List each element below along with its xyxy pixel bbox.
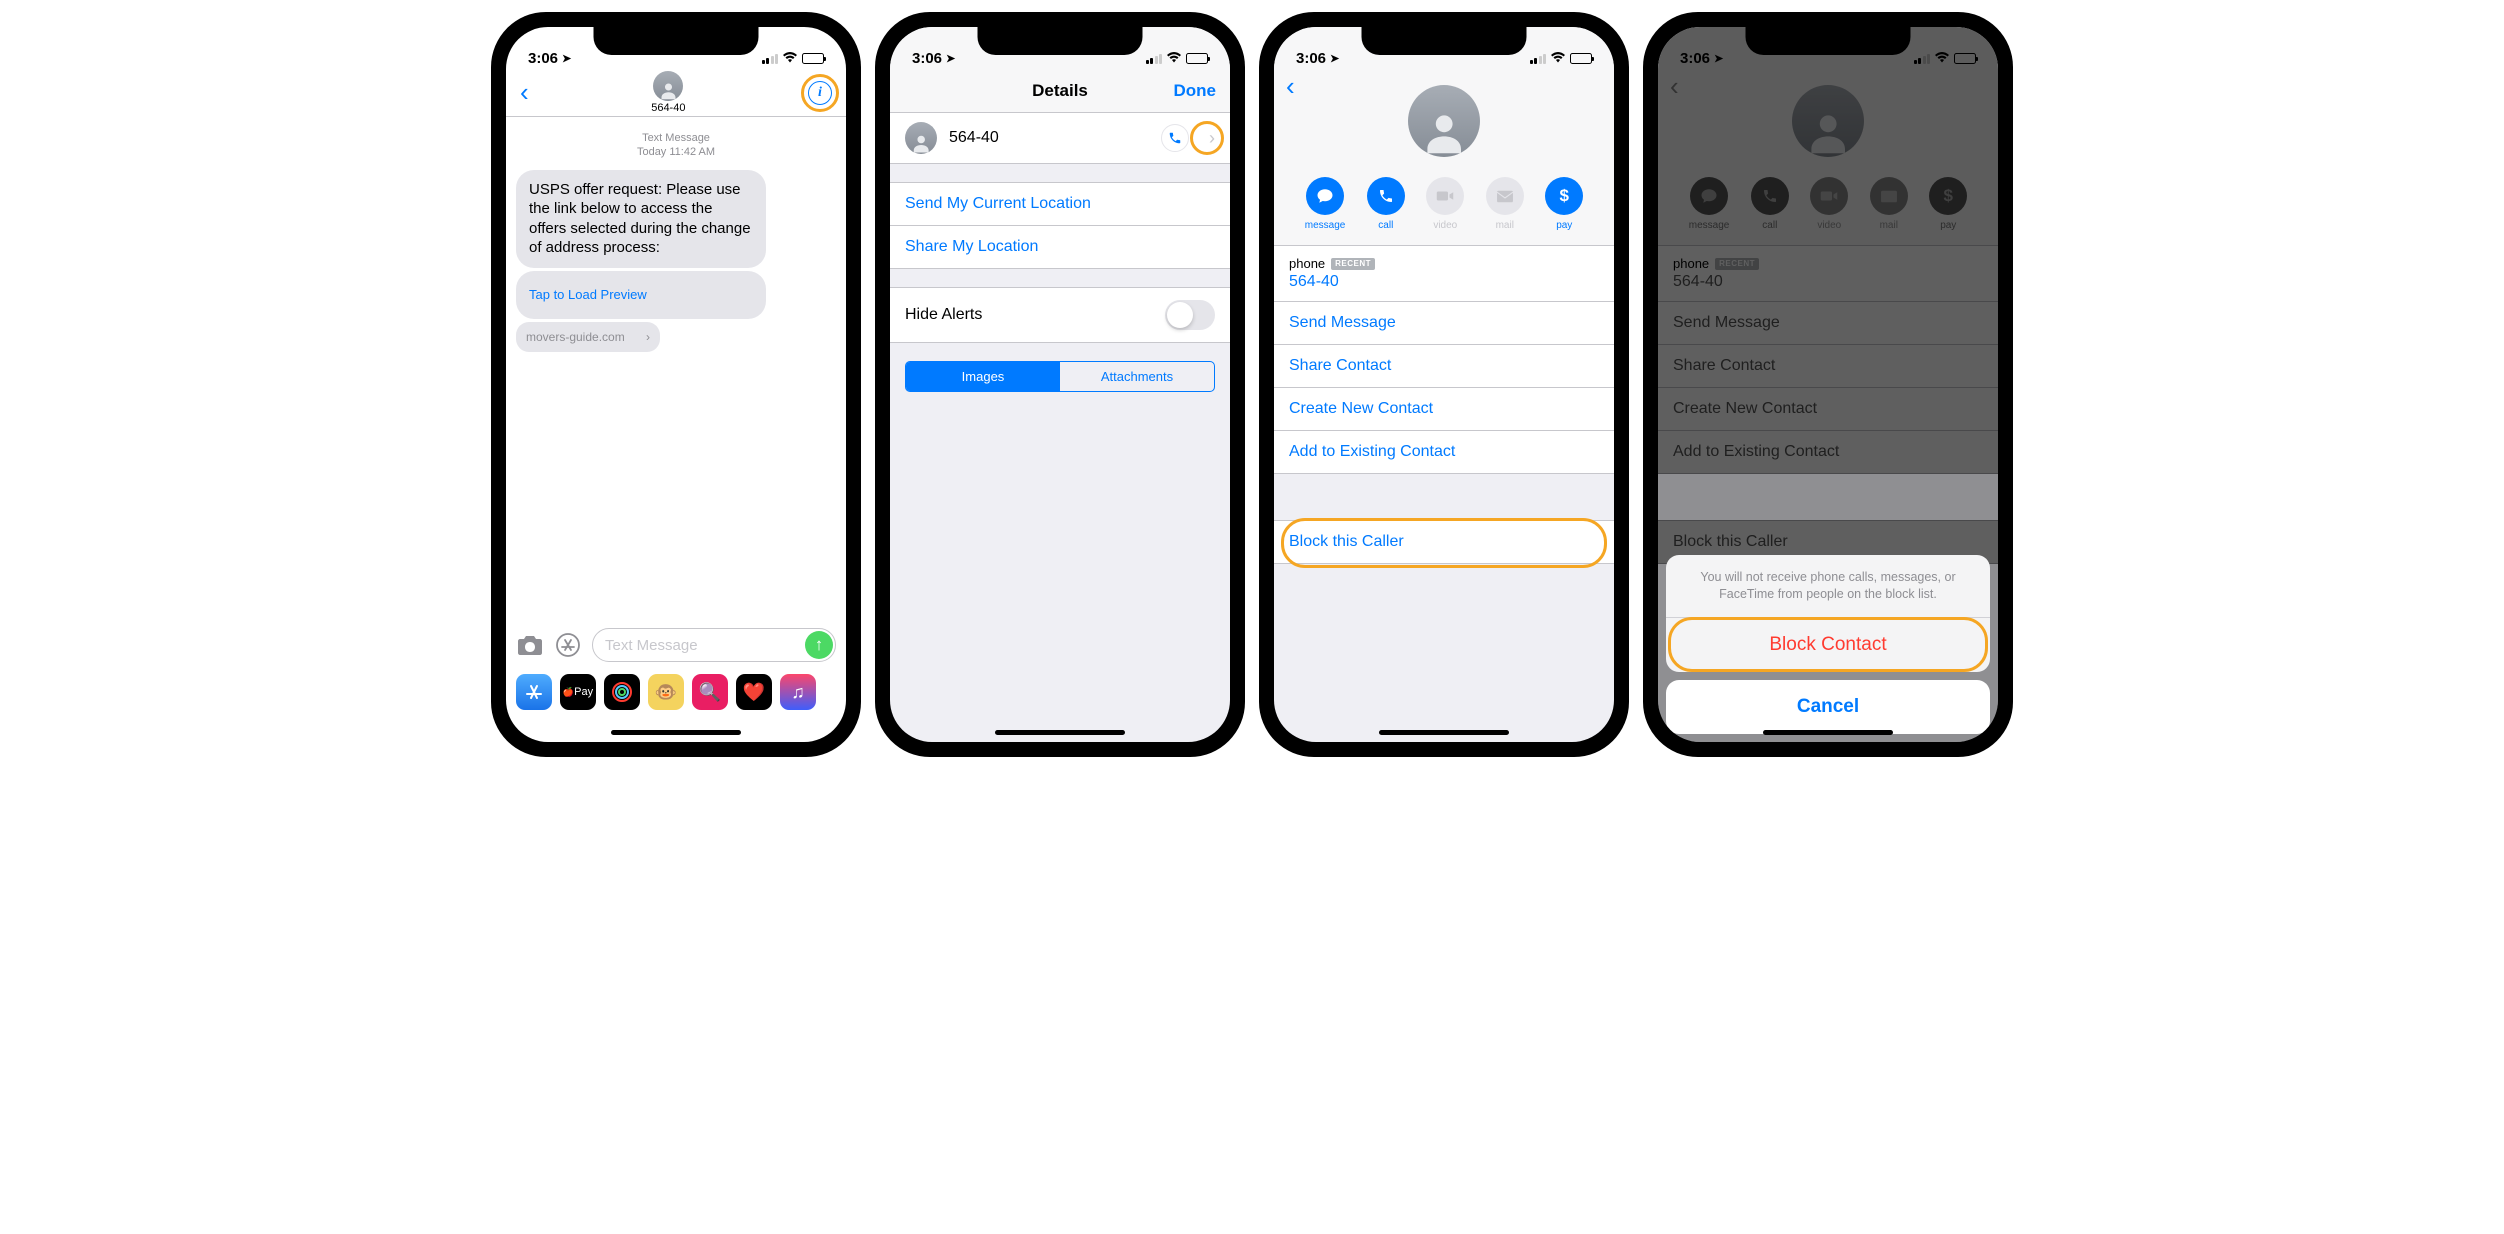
home-indicator[interactable] (1763, 730, 1893, 735)
notch (594, 27, 759, 55)
highlight-ring (1668, 617, 1988, 672)
animoji-icon[interactable]: 🐵 (648, 674, 684, 710)
signal-icon (1530, 54, 1547, 64)
contact-avatar (905, 122, 937, 154)
battery-icon (802, 53, 824, 64)
wifi-icon (1166, 50, 1182, 67)
preview-bubble[interactable]: Tap to Load Preview (516, 271, 766, 320)
phone-mockup-4: 3:06➤ ‹ message call video mail $pay pho… (1643, 12, 2013, 757)
action-label: message (1305, 220, 1346, 231)
nav-bar: ‹ 564-40 i (506, 69, 846, 117)
back-button[interactable]: ‹ (1286, 71, 1295, 102)
status-time: 3:06 (912, 50, 942, 67)
app-icon[interactable] (516, 674, 552, 710)
nav-bar: Details Done (890, 69, 1230, 113)
location-icon: ➤ (1330, 52, 1339, 65)
send-message-cell[interactable]: Send Message (1274, 302, 1614, 345)
back-button[interactable]: ‹ (520, 77, 529, 108)
seg-images[interactable]: Images (906, 362, 1060, 391)
action-label: call (1367, 220, 1405, 231)
message-meta: Text MessageToday 11:42 AM (516, 131, 836, 160)
sheet-message: You will not receive phone calls, messag… (1666, 555, 1990, 618)
cancel-button[interactable]: Cancel (1666, 680, 1990, 734)
chat-area: Text MessageToday 11:42 AM USPS offer re… (506, 117, 846, 366)
share-location-cell[interactable]: Share My Location (890, 226, 1230, 269)
message-bubble[interactable]: USPS offer request: Please use the link … (516, 170, 766, 268)
home-indicator[interactable] (1379, 730, 1509, 735)
highlight-ring (801, 74, 839, 112)
send-location-cell[interactable]: Send My Current Location (890, 182, 1230, 226)
segmented-control[interactable]: Images Attachments (905, 361, 1215, 392)
contact-avatar[interactable] (653, 71, 683, 101)
video-action (1426, 177, 1464, 215)
wifi-icon (782, 50, 798, 67)
phone-mockup-3: 3:06 ➤ ‹ message call video mail $ pay pho… (1259, 12, 1629, 757)
highlight-ring (1281, 518, 1607, 568)
app-icon[interactable]: ❤️ (736, 674, 772, 710)
message-input[interactable]: Text Message↑ (592, 628, 836, 662)
signal-icon (762, 54, 779, 64)
apple-pay-icon[interactable]: 🍎Pay (560, 674, 596, 710)
mail-action (1486, 177, 1524, 215)
notch (1746, 27, 1911, 55)
action-sheet: You will not receive phone calls, messag… (1658, 547, 1998, 742)
contact-row[interactable]: 564-40 › (890, 113, 1230, 164)
contact-name: 564-40 (651, 102, 685, 114)
phone-mockup-1: 3:06 ➤ ‹ 564-40 i Text MessageToday 11:42… (491, 12, 861, 757)
notch (978, 27, 1143, 55)
action-label: video (1426, 220, 1464, 231)
app-dock[interactable]: 🍎Pay 🐵 🔍 ❤️ ♫ (506, 670, 846, 714)
done-button[interactable]: Done (1174, 81, 1217, 101)
wifi-icon (1550, 50, 1566, 67)
link-preview[interactable]: movers-guide.com› (516, 322, 660, 352)
phone-number: 564-40 (1289, 273, 1599, 291)
location-icon: ➤ (562, 52, 571, 65)
seg-attachments[interactable]: Attachments (1060, 362, 1214, 391)
status-time: 3:06 (528, 50, 558, 67)
home-indicator[interactable] (611, 730, 741, 735)
action-label: mail (1486, 220, 1524, 231)
action-label: pay (1545, 220, 1583, 231)
recent-badge: RECENT (1331, 258, 1375, 270)
contact-label: 564-40 (949, 129, 999, 147)
call-button[interactable] (1161, 124, 1189, 152)
contact-avatar-large (1408, 85, 1480, 157)
add-existing-cell[interactable]: Add to Existing Contact (1274, 431, 1614, 474)
app-icon[interactable] (604, 674, 640, 710)
battery-icon (1186, 53, 1208, 64)
send-button[interactable]: ↑ (805, 631, 833, 659)
appstore-icon[interactable] (554, 631, 582, 659)
pay-action[interactable]: $ (1545, 177, 1583, 215)
highlight-ring (1190, 121, 1224, 155)
app-icon[interactable]: 🔍 (692, 674, 728, 710)
signal-icon (1146, 54, 1163, 64)
call-action[interactable] (1367, 177, 1405, 215)
camera-icon[interactable] (516, 631, 544, 659)
hide-alerts-cell: Hide Alerts (890, 287, 1230, 343)
nav-title: Details (1032, 81, 1088, 101)
create-contact-cell[interactable]: Create New Contact (1274, 388, 1614, 431)
hide-alerts-toggle[interactable] (1165, 300, 1215, 330)
input-bar: Text Message↑ (506, 620, 846, 670)
status-time: 3:06 (1296, 50, 1326, 67)
message-action[interactable] (1306, 177, 1344, 215)
music-icon[interactable]: ♫ (780, 674, 816, 710)
home-indicator[interactable] (995, 730, 1125, 735)
contact-actions: message call video mail $ pay (1274, 169, 1614, 246)
phone-cell[interactable]: phoneRECENT 564-40 (1274, 246, 1614, 302)
battery-icon (1570, 53, 1592, 64)
contact-header (1274, 69, 1614, 169)
location-icon: ➤ (946, 52, 955, 65)
share-contact-cell[interactable]: Share Contact (1274, 345, 1614, 388)
notch (1362, 27, 1527, 55)
phone-mockup-2: 3:06 ➤ Details Done 564-40 › Send My Curr… (875, 12, 1245, 757)
